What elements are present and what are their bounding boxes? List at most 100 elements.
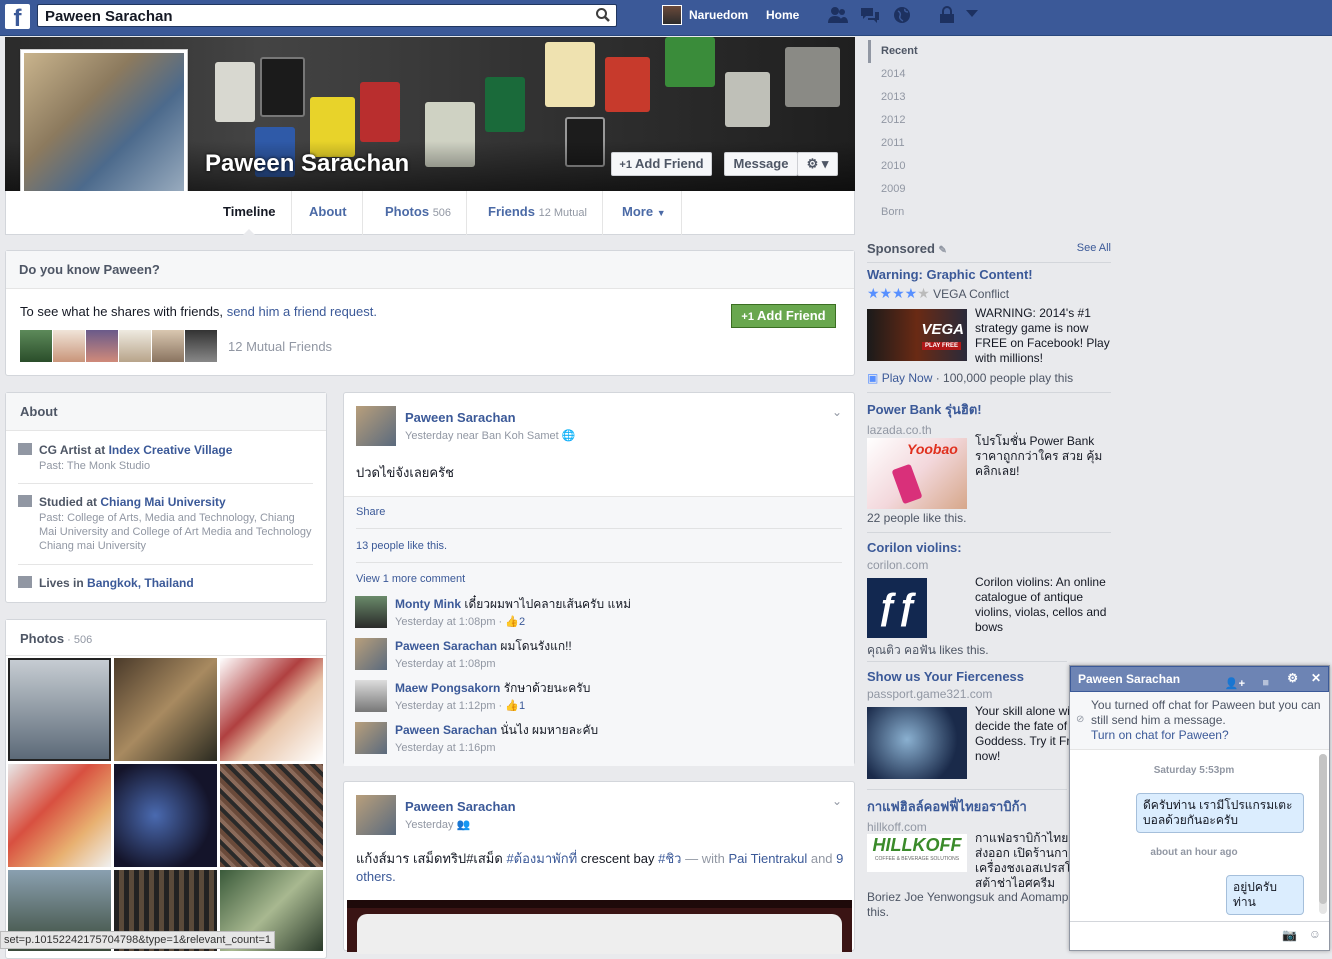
ad-image[interactable]: HILLKOFF COFFEE & BEVERAGE SOLUTIONS bbox=[867, 834, 967, 872]
mutual-friend-avatar[interactable] bbox=[20, 330, 52, 362]
add-friend-green-button[interactable]: +1 Add Friend bbox=[731, 304, 836, 328]
play-now-link[interactable]: Play Now bbox=[882, 371, 933, 385]
tab-more[interactable]: More ▼ bbox=[607, 191, 682, 235]
settings-dropdown-button[interactable]: ⚙ ▾ bbox=[797, 152, 838, 176]
chat-input[interactable]: 📷 ☺ bbox=[1070, 921, 1329, 950]
profile-name[interactable]: Paween Sarachan bbox=[205, 150, 409, 178]
mutual-friend-avatar[interactable] bbox=[185, 330, 217, 362]
add-friend-button[interactable]: +1 Add Friend bbox=[611, 152, 712, 176]
search-icon[interactable] bbox=[595, 7, 611, 23]
chat-settings-gear-icon[interactable]: ⚙ bbox=[1287, 666, 1298, 690]
notifications-globe-icon[interactable] bbox=[892, 6, 912, 24]
year-born[interactable]: Born bbox=[868, 201, 1108, 224]
profile-link[interactable]: Naruedom bbox=[689, 0, 748, 30]
mutual-friends-link[interactable]: 12 Mutual Friends bbox=[228, 339, 332, 354]
about-title[interactable]: About bbox=[6, 393, 326, 431]
photo-thumbnail[interactable] bbox=[220, 764, 323, 867]
tab-friends[interactable]: Friends 12 Mutual bbox=[473, 191, 603, 235]
view-more-comments-link[interactable]: View 1 more comment bbox=[356, 573, 465, 585]
mutual-friend-avatar[interactable] bbox=[86, 330, 118, 362]
chat-title[interactable]: Paween Sarachan bbox=[1078, 672, 1180, 686]
post-options-chevron-icon[interactable]: ⌄ bbox=[832, 794, 842, 808]
ad-vega[interactable]: Warning: Graphic Content! ★★★★★ VEGA Con… bbox=[867, 267, 1111, 302]
comment-time[interactable]: Yesterday at 1:16pm bbox=[395, 742, 496, 754]
see-all-link[interactable]: See All bbox=[1077, 242, 1111, 254]
close-chat-icon[interactable]: ✕ bbox=[1311, 666, 1321, 690]
hashtag-link[interactable]: #ต้องมาพักที่ bbox=[506, 851, 577, 866]
post-author-avatar[interactable] bbox=[356, 406, 396, 446]
post-meta-text[interactable]: Yesterday bbox=[405, 819, 454, 831]
comment-author-link[interactable]: Paween Sarachan bbox=[395, 639, 497, 653]
mutual-friend-avatar[interactable] bbox=[53, 330, 85, 362]
privacy-lock-icon[interactable] bbox=[938, 6, 958, 24]
user-avatar[interactable] bbox=[662, 5, 682, 25]
year-item[interactable]: 2009 bbox=[868, 178, 1108, 201]
post-author-avatar[interactable] bbox=[356, 795, 396, 835]
facebook-logo-icon[interactable]: f bbox=[5, 4, 30, 29]
year-recent[interactable]: Recent bbox=[868, 40, 1108, 63]
comment-time[interactable]: Yesterday at 1:08pm bbox=[395, 616, 496, 628]
photos-title[interactable]: Photos · 506 bbox=[6, 620, 326, 656]
photo-thumbnail[interactable] bbox=[114, 764, 217, 867]
post-author-name[interactable]: Paween Sarachan bbox=[405, 410, 516, 425]
comment-avatar[interactable] bbox=[355, 680, 387, 712]
post-likes-link[interactable]: 13 people like this. bbox=[356, 540, 447, 552]
post-options-chevron-icon[interactable]: ⌄ bbox=[832, 405, 842, 419]
year-item[interactable]: 2010 bbox=[868, 155, 1108, 178]
messages-icon[interactable] bbox=[860, 6, 880, 24]
comment-author-link[interactable]: Monty Mink bbox=[395, 597, 461, 611]
globe-icon[interactable]: 🌐 bbox=[562, 430, 576, 442]
ad-image[interactable]: Yoobao bbox=[867, 438, 967, 509]
ad-source[interactable]: VEGA Conflict bbox=[933, 287, 1009, 301]
comment-avatar[interactable] bbox=[355, 596, 387, 628]
mutual-friend-avatar[interactable] bbox=[152, 330, 184, 362]
account-menu-chevron-icon[interactable] bbox=[966, 10, 978, 18]
chat-header[interactable]: Paween Sarachan 👤+ ■ ⚙ ✕ bbox=[1070, 666, 1329, 692]
share-link[interactable]: Share bbox=[356, 506, 385, 518]
comment-like-count[interactable]: 👍2 bbox=[505, 616, 525, 628]
message-button[interactable]: Message bbox=[724, 152, 798, 176]
year-item[interactable]: 2014 bbox=[868, 63, 1108, 86]
ad-image[interactable] bbox=[867, 707, 967, 779]
about-lives-place-link[interactable]: Bangkok, Thailand bbox=[87, 576, 194, 590]
comment-time[interactable]: Yesterday at 1:08pm bbox=[395, 658, 496, 670]
comment-avatar[interactable] bbox=[355, 722, 387, 754]
hashtag-link[interactable]: #ชิว bbox=[658, 851, 681, 866]
ad-powerbank[interactable]: Power Bank รุ่นฮิต! lazada.co.th bbox=[867, 399, 1111, 437]
year-item[interactable]: 2011 bbox=[868, 132, 1108, 155]
search-input[interactable]: Paween Sarachan bbox=[37, 4, 617, 27]
turn-on-chat-link[interactable]: Turn on chat for Paween? bbox=[1091, 728, 1229, 742]
friends-audience-icon[interactable]: 👥 bbox=[457, 819, 471, 831]
tagged-friend-link[interactable]: Pai Tientrakul bbox=[728, 851, 807, 866]
year-item[interactable]: 2013 bbox=[868, 86, 1108, 109]
post-photo[interactable] bbox=[347, 900, 852, 954]
ad-title[interactable]: Corilon violins: bbox=[867, 540, 1111, 555]
friend-requests-icon[interactable] bbox=[828, 6, 848, 24]
send-friend-request-link[interactable]: send him a friend request. bbox=[227, 304, 377, 319]
chat-scrollbar[interactable] bbox=[1319, 754, 1327, 914]
ad-title[interactable]: Warning: Graphic Content! bbox=[867, 267, 1111, 282]
about-work-place-link[interactable]: Index Creative Village bbox=[109, 443, 233, 457]
emoji-icon[interactable]: ☺ bbox=[1309, 927, 1321, 941]
comment-like-count[interactable]: 👍1 bbox=[505, 700, 525, 712]
camera-icon[interactable]: 📷 bbox=[1282, 928, 1297, 942]
photo-thumbnail[interactable] bbox=[8, 764, 111, 867]
comment-time[interactable]: Yesterday at 1:12pm bbox=[395, 700, 496, 712]
violin-logo-icon[interactable]: ƒƒ bbox=[867, 578, 927, 638]
year-item[interactable]: 2012 bbox=[868, 109, 1108, 132]
photo-thumbnail[interactable] bbox=[220, 658, 323, 761]
about-study-place-link[interactable]: Chiang Mai University bbox=[100, 495, 225, 509]
post-meta-text[interactable]: Yesterday near Ban Koh Samet bbox=[405, 430, 559, 442]
ad-info-icon[interactable]: ✎ bbox=[939, 245, 947, 256]
comment-author-link[interactable]: Maew Pongsakorn bbox=[395, 681, 500, 695]
photo-thumbnail[interactable] bbox=[8, 658, 111, 761]
comment-avatar[interactable] bbox=[355, 638, 387, 670]
home-link[interactable]: Home bbox=[766, 0, 799, 30]
post-author-name[interactable]: Paween Sarachan bbox=[405, 799, 516, 814]
comment-author-link[interactable]: Paween Sarachan bbox=[395, 723, 497, 737]
ad-source[interactable]: corilon.com bbox=[867, 558, 1111, 572]
tab-photos[interactable]: Photos 506 bbox=[370, 191, 468, 235]
ad-title[interactable]: Power Bank รุ่นฮิต! bbox=[867, 399, 1111, 420]
ad-image[interactable]: VEGA PLAY FREE bbox=[867, 309, 967, 361]
mutual-friend-avatar[interactable] bbox=[119, 330, 151, 362]
